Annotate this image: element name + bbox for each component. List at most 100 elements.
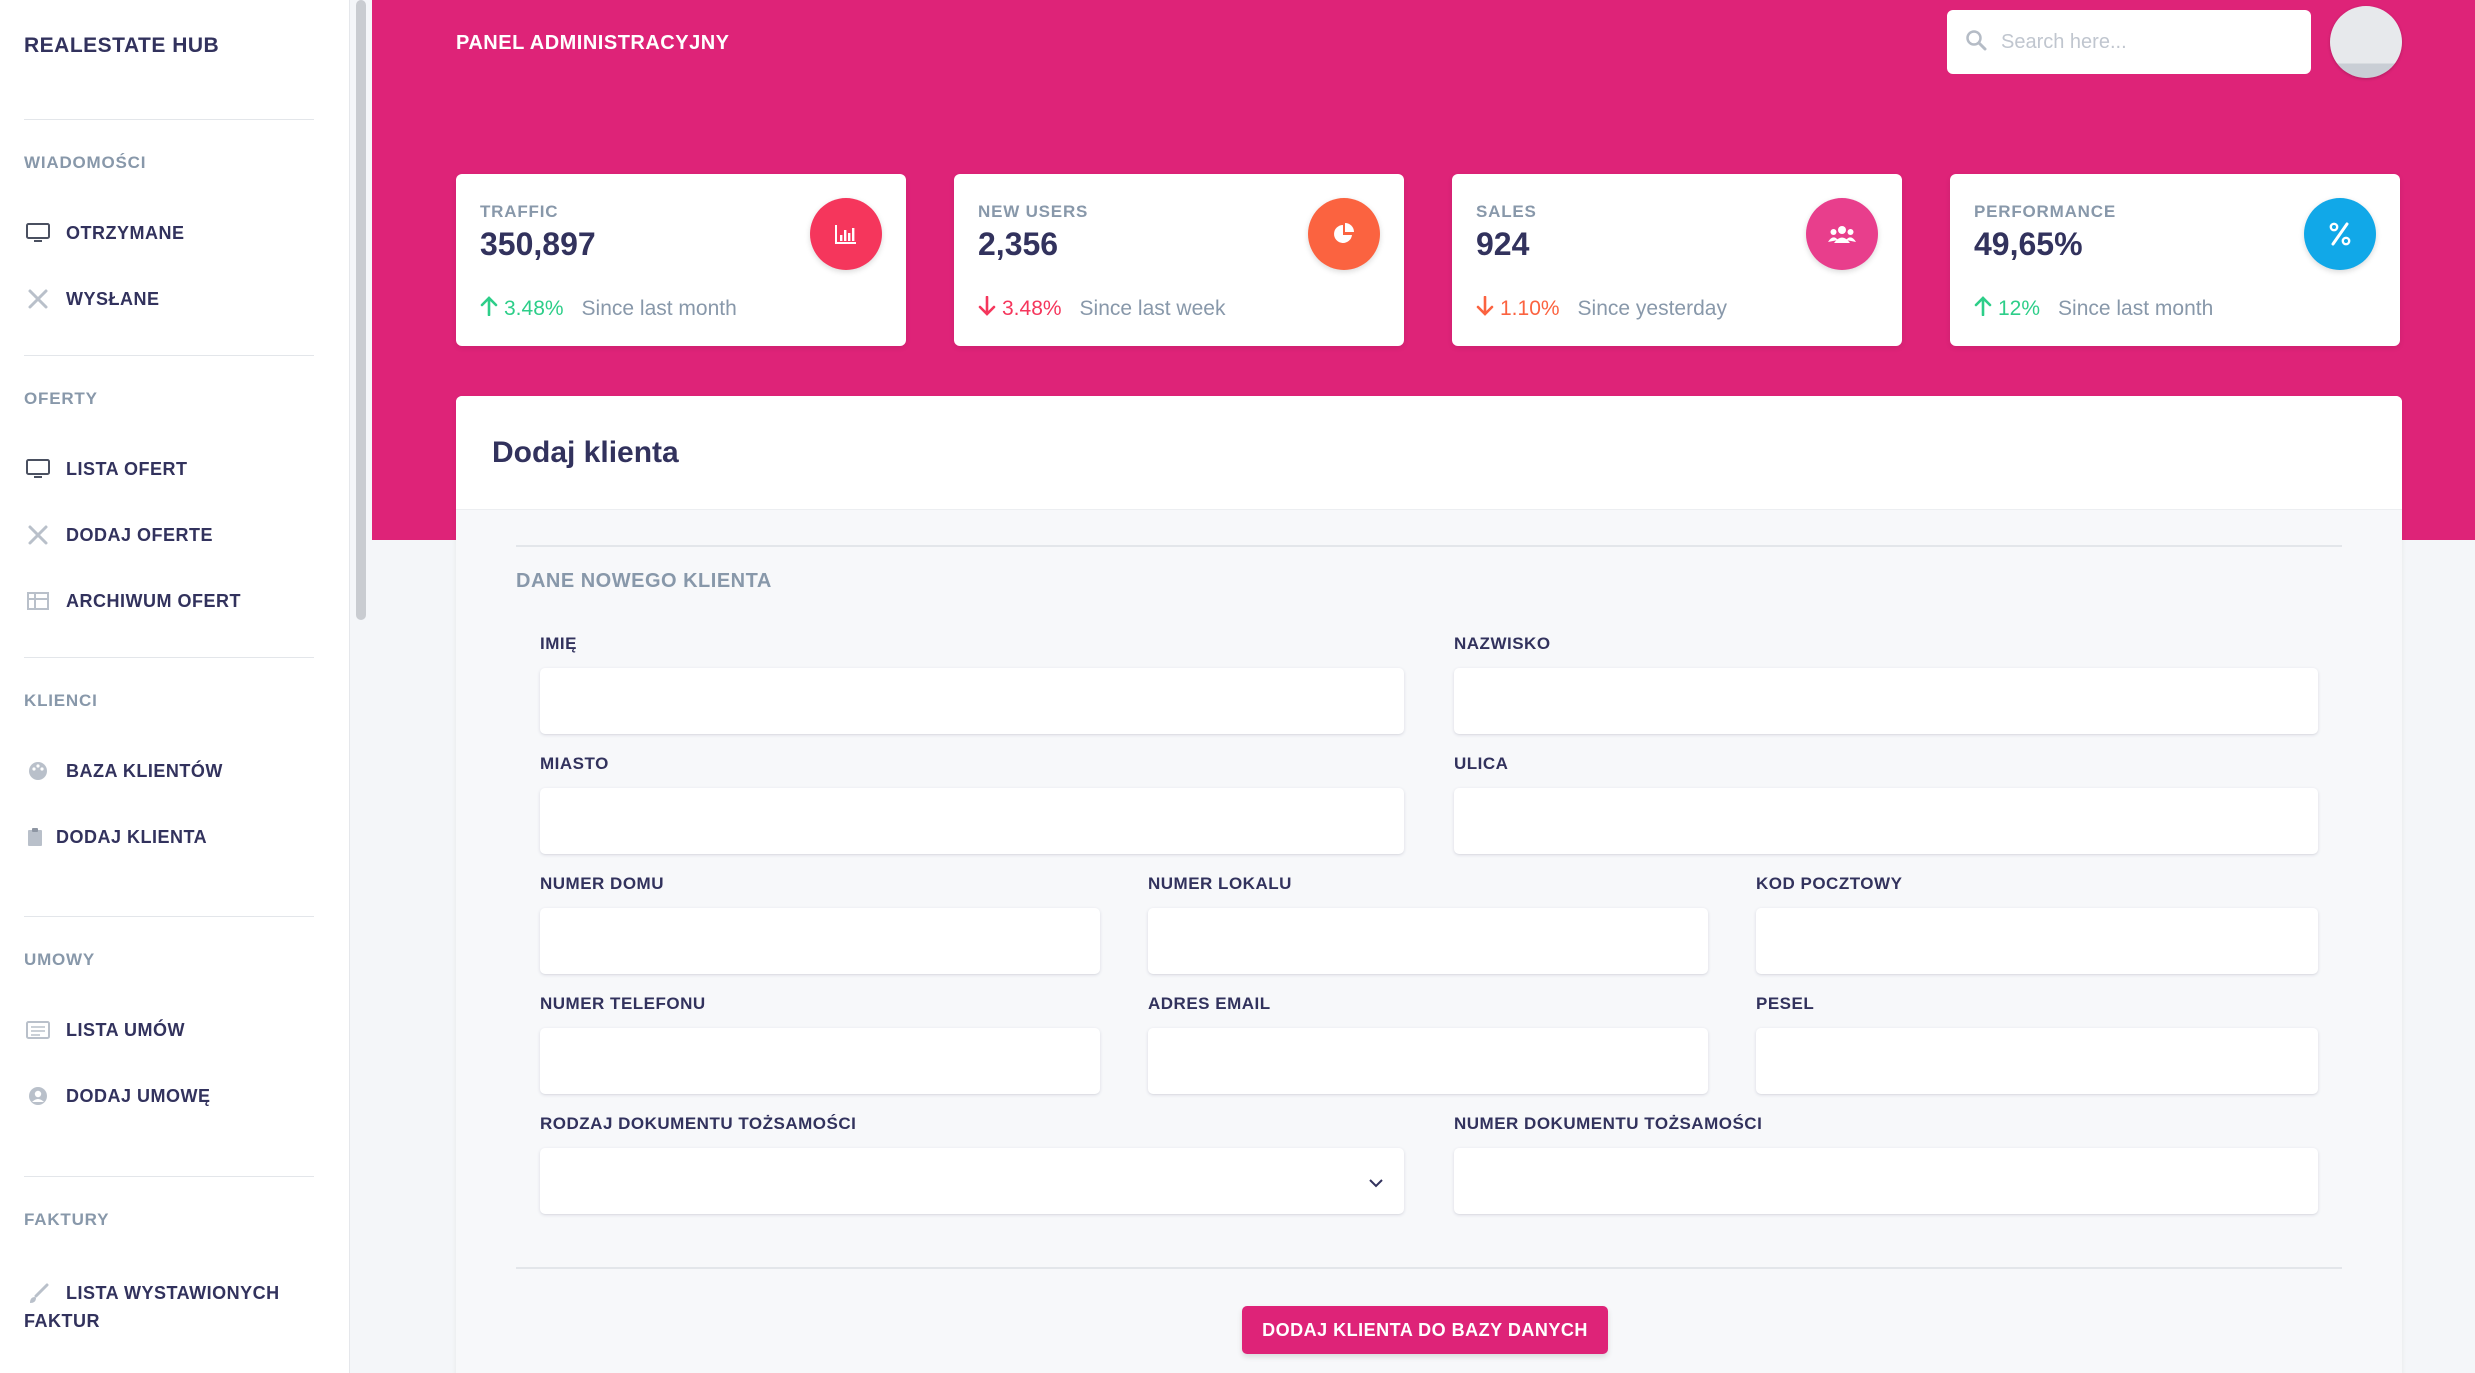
field-label-rodzaj-dokumentu: RODZAJ DOKUMENTU TOŻSAMOŚCI bbox=[540, 1114, 857, 1133]
sidebar-item-label: BAZA KLIENTÓW bbox=[66, 760, 223, 781]
field-label-numer-telefonu: NUMER TELEFONU bbox=[540, 994, 706, 1013]
tools-icon bbox=[24, 524, 52, 546]
sidebar-item-otrzymane[interactable]: OTRZYMANE bbox=[24, 222, 185, 244]
stat-change: 3.48% bbox=[504, 297, 564, 320]
tools-icon bbox=[24, 288, 52, 310]
field-label-adres-email: ADRES EMAIL bbox=[1148, 994, 1271, 1013]
stat-card-performance: PERFORMANCE 49,65% 12% Since last month bbox=[1950, 174, 2400, 346]
numer-lokalu-input[interactable] bbox=[1148, 908, 1708, 974]
sidebar-heading-faktury: FAKTURY bbox=[24, 1210, 110, 1229]
sidebar-item-label: LISTA OFERT bbox=[66, 458, 188, 479]
arrow-down-icon bbox=[978, 295, 996, 322]
nazwisko-input[interactable] bbox=[1454, 668, 2318, 734]
stat-change: 12% bbox=[1998, 297, 2041, 320]
stat-card-new-users: NEW USERS 2,356 3.48% Since last week bbox=[954, 174, 1404, 346]
monitor-icon bbox=[24, 222, 52, 244]
stat-change: 1.10% bbox=[1500, 297, 1560, 320]
sidebar-item-wyslane[interactable]: WYSŁANE bbox=[24, 288, 160, 310]
stat-label: TRAFFIC bbox=[480, 202, 559, 221]
field-label-numer-lokalu: NUMER LOKALU bbox=[1148, 874, 1292, 893]
sidebar-item-archiwum-ofert[interactable]: ARCHIWUM OFERT bbox=[24, 590, 241, 612]
sidebar: REALESTATE HUB WIADOMOŚCI OTRZYMANE WYSŁ… bbox=[0, 0, 350, 1373]
stat-footer: 12% Since last month bbox=[1974, 296, 2213, 322]
page-title: PANEL ADMINISTRACYJNY bbox=[456, 32, 730, 54]
pesel-input[interactable] bbox=[1756, 1028, 2318, 1094]
sidebar-divider bbox=[24, 916, 314, 917]
numer-domu-input[interactable] bbox=[540, 908, 1100, 974]
stat-change: 3.48% bbox=[1002, 297, 1062, 320]
list-icon bbox=[24, 1019, 52, 1041]
users-icon bbox=[1806, 198, 1878, 270]
sidebar-item-label: WYSŁANE bbox=[66, 288, 160, 309]
numer-dokumentu-input[interactable] bbox=[1454, 1148, 2318, 1214]
stat-label: SALES bbox=[1476, 202, 1537, 221]
sidebar-item-label: DODAJ OFERTE bbox=[66, 524, 214, 545]
avatar[interactable] bbox=[2330, 6, 2402, 78]
field-label-kod-pocztowy: KOD POCZTOWY bbox=[1756, 874, 1903, 893]
sidebar-divider bbox=[24, 1176, 314, 1177]
form-title: Dodaj klienta bbox=[492, 436, 679, 469]
sidebar-item-dodaj-oferte[interactable]: DODAJ OFERTE bbox=[24, 524, 213, 546]
sidebar-item-dodaj-umowe[interactable]: DODAJ UMOWĘ bbox=[24, 1085, 211, 1107]
sidebar-scrollbar[interactable] bbox=[356, 0, 366, 620]
kod-pocztowy-input[interactable] bbox=[1756, 908, 2318, 974]
arrow-up-icon bbox=[1974, 296, 1992, 322]
stat-label: PERFORMANCE bbox=[1974, 202, 2116, 221]
sidebar-heading-umowy: UMOWY bbox=[24, 950, 96, 969]
field-label-numer-domu: NUMER DOMU bbox=[540, 874, 664, 893]
search-box[interactable] bbox=[1947, 10, 2311, 74]
arrow-up-icon bbox=[480, 296, 498, 322]
field-label-nazwisko: NAZWISKO bbox=[1454, 634, 1551, 653]
sidebar-item-label: DODAJ KLIENTA bbox=[56, 826, 208, 847]
stat-card-sales: SALES 924 1.10% Since yesterday bbox=[1452, 174, 1902, 346]
stat-value: 924 bbox=[1476, 226, 1530, 262]
sidebar-heading-klienci: KLIENCI bbox=[24, 691, 98, 710]
clipboard-icon bbox=[24, 826, 46, 848]
add-client-submit-button[interactable]: DODAJ KLIENTA DO BAZY DANYCH bbox=[1242, 1306, 1608, 1354]
search-input[interactable] bbox=[2001, 30, 2281, 54]
stat-since: Since last week bbox=[1079, 297, 1226, 320]
imie-input[interactable] bbox=[540, 668, 1404, 734]
brand-logo-text[interactable]: REALESTATE HUB bbox=[24, 34, 219, 58]
sidebar-divider bbox=[24, 355, 314, 356]
field-label-ulica: ULICA bbox=[1454, 754, 1509, 773]
sidebar-item-lista-umow[interactable]: LISTA UMÓW bbox=[24, 1019, 185, 1041]
stat-since: Since last month bbox=[2058, 297, 2214, 320]
sidebar-item-lista-faktur[interactable]: LISTA WYSTAWIONYCH FAKTUR bbox=[24, 1279, 314, 1335]
stat-value: 2,356 bbox=[978, 226, 1059, 262]
monitor-icon bbox=[24, 458, 52, 480]
sidebar-item-label: LISTA WYSTAWIONYCH FAKTUR bbox=[24, 1283, 280, 1331]
sidebar-item-baza-klientow[interactable]: BAZA KLIENTÓW bbox=[24, 760, 223, 782]
stat-label: NEW USERS bbox=[978, 202, 1089, 221]
stat-value: 350,897 bbox=[480, 226, 596, 262]
adres-email-input[interactable] bbox=[1148, 1028, 1708, 1094]
miasto-input[interactable] bbox=[540, 788, 1404, 854]
form-section-title: DANE NOWEGO KLIENTA bbox=[516, 570, 772, 592]
pie-chart-icon bbox=[1308, 198, 1380, 270]
stat-footer: 3.48% Since last month bbox=[480, 296, 737, 322]
stat-since: Since last month bbox=[581, 297, 737, 320]
field-label-miasto: MIASTO bbox=[540, 754, 609, 773]
field-label-imie: IMIĘ bbox=[540, 634, 577, 653]
ulica-input[interactable] bbox=[1454, 788, 2318, 854]
numer-telefonu-input[interactable] bbox=[540, 1028, 1100, 1094]
stat-card-traffic: TRAFFIC 350,897 3.48% Since last month bbox=[456, 174, 906, 346]
sidebar-item-label: OTRZYMANE bbox=[66, 222, 185, 243]
sidebar-heading-oferty: OFERTY bbox=[24, 389, 98, 408]
form-header: Dodaj klienta bbox=[456, 396, 2402, 510]
stat-since: Since yesterday bbox=[1577, 297, 1727, 320]
rodzaj-dokumentu-select[interactable] bbox=[540, 1148, 1404, 1214]
bar-chart-icon bbox=[810, 198, 882, 270]
table-icon bbox=[24, 590, 52, 612]
sidebar-item-dodaj-klienta[interactable]: DODAJ KLIENTA bbox=[24, 826, 207, 848]
add-client-form-card: Dodaj klienta DANE NOWEGO KLIENTA IMIĘ N… bbox=[456, 396, 2402, 1373]
form-divider bbox=[516, 1267, 2342, 1269]
chevron-down-icon bbox=[1368, 1172, 1384, 1195]
form-divider bbox=[516, 545, 2342, 547]
stat-value: 49,65% bbox=[1974, 226, 2083, 262]
sidebar-item-label: ARCHIWUM OFERT bbox=[66, 590, 241, 611]
stat-footer: 1.10% Since yesterday bbox=[1476, 295, 1727, 322]
sidebar-heading-wiadomosci: WIADOMOŚCI bbox=[24, 153, 147, 172]
sidebar-item-lista-ofert[interactable]: LISTA OFERT bbox=[24, 458, 188, 480]
field-label-numer-dokumentu: NUMER DOKUMENTU TOŻSAMOŚCI bbox=[1454, 1114, 1763, 1133]
